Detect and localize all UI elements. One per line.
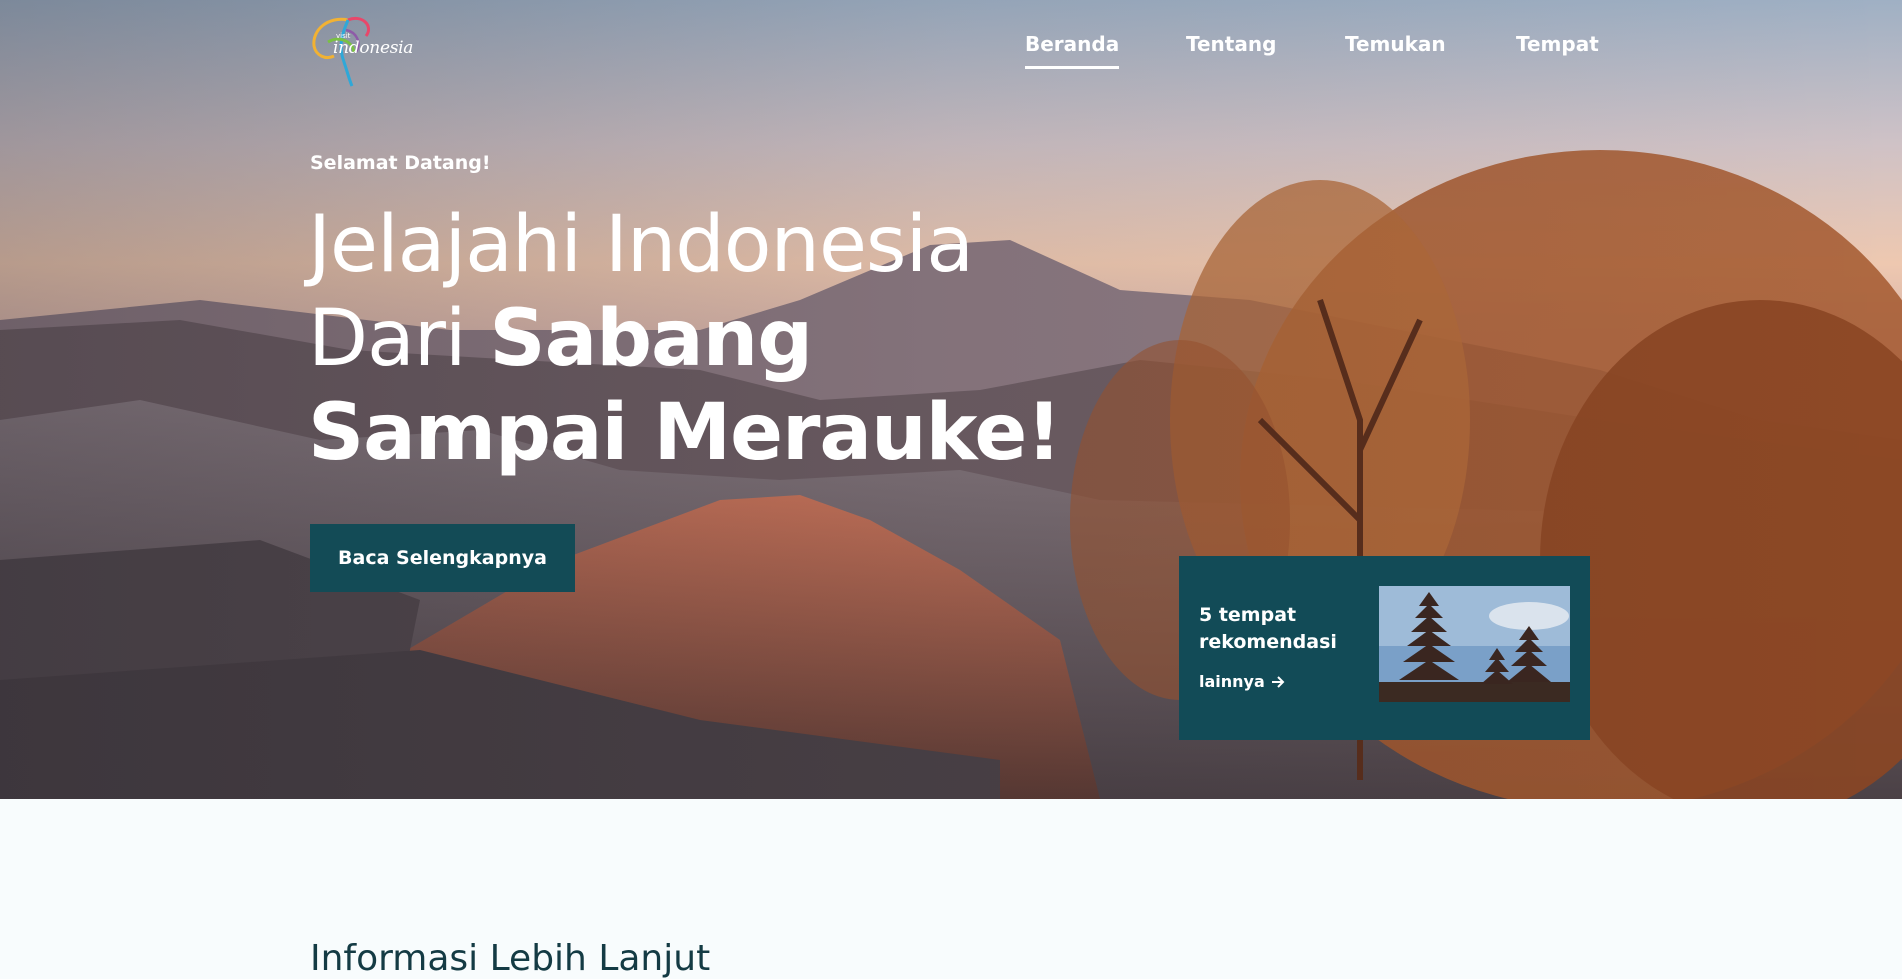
welcome-greeting: Selamat Datang! (310, 152, 491, 174)
headline-line-3: Sampai Merauke! (308, 388, 1062, 478)
headline-line-2-light: Dari (308, 294, 490, 384)
pagoda-temple-photo (1379, 586, 1570, 702)
main-nav: Beranda Tentang Temukan Tempat (0, 32, 1902, 72)
card-more-label: lainnya (1199, 672, 1265, 691)
read-more-button[interactable]: Baca Selengkapnya (310, 524, 575, 592)
hero-headline: Jelajahi Indonesia Dari Sabang Sampai Me… (308, 198, 1062, 480)
headline-line-2-bold: Sabang (489, 294, 813, 384)
nav-item-tentang[interactable]: Tentang (1186, 32, 1276, 66)
arrow-right-icon (1271, 675, 1285, 688)
headline-line-1: Jelajahi Indonesia (308, 200, 974, 290)
nav-item-tempat[interactable]: Tempat (1516, 32, 1599, 66)
card-more-link[interactable]: lainnya (1199, 672, 1285, 691)
card-title: 5 tempat rekomendasi (1199, 604, 1337, 653)
nav-item-temukan[interactable]: Temukan (1345, 32, 1446, 66)
nav-item-beranda[interactable]: Beranda (1025, 32, 1120, 69)
section-title: Informasi Lebih Lanjut (310, 938, 711, 979)
recommendation-card[interactable]: 5 tempat rekomendasi lainnya (1179, 556, 1590, 740)
